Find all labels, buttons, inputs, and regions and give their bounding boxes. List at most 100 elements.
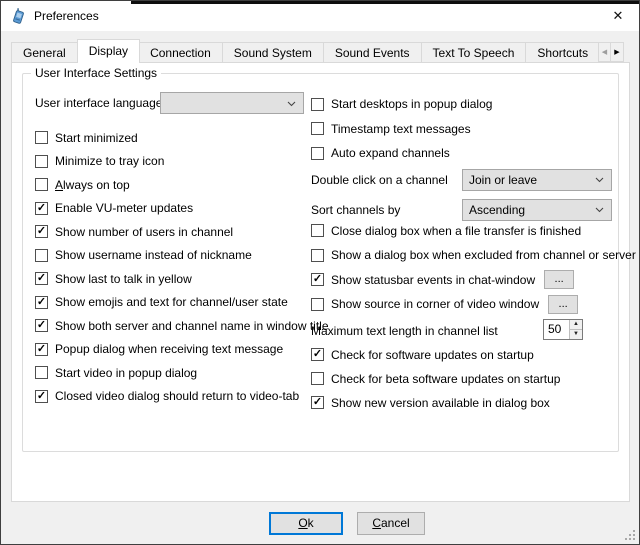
spin-down-button[interactable]: ▼ (570, 329, 582, 339)
checkbox-label: Timestamp text messages (331, 122, 471, 136)
checkbox[interactable] (35, 249, 48, 262)
checkbox[interactable] (311, 98, 324, 111)
checkbox[interactable] (35, 366, 48, 379)
window-title: Preferences (34, 9, 99, 23)
preferences-dialog: Preferences ✕ General Display Connection… (0, 0, 640, 545)
checkbox-label: Show source in corner of video window (331, 297, 539, 311)
arrow-right-icon: ▶ (614, 48, 619, 56)
checkbox[interactable]: ✓ (35, 225, 48, 238)
language-label: User interface language (35, 96, 162, 110)
spinner-value: 50 (544, 320, 569, 339)
checkbox-label: Enable VU-meter updates (55, 201, 193, 215)
cancel-button[interactable]: Cancel (357, 512, 425, 535)
checkbox[interactable] (311, 249, 324, 262)
close-button[interactable]: ✕ (597, 1, 639, 31)
checkbox-label: Popup dialog when receiving text message (55, 342, 283, 356)
checkbox-row-vu-meter: ✓ Enable VU-meter updates (35, 197, 307, 221)
arrow-left-icon: ◀ (602, 48, 607, 56)
resize-grip[interactable] (625, 530, 636, 541)
language-combobox[interactable] (160, 92, 304, 114)
checkbox[interactable] (35, 178, 48, 191)
right-mid-checkboxes: Close dialog box when a file transfer is… (311, 219, 613, 317)
sort-channels-row: Sort channels by Ascending (311, 196, 613, 226)
checkbox-row-auto-expand: Auto expand channels (311, 141, 613, 166)
checkbox-row-excluded-dialog: Show a dialog box when excluded from cha… (311, 243, 613, 268)
checkbox-row-username-instead-nickname: Show username instead of nickname (35, 244, 307, 268)
checkbox-row-desktops-popup: Start desktops in popup dialog (311, 92, 613, 117)
double-click-row: Double click on a channel Join or leave (311, 166, 613, 196)
double-click-combobox[interactable]: Join or leave (462, 169, 612, 191)
checkbox-row-number-of-users: ✓ Show number of users in channel (35, 220, 307, 244)
checkbox-row-statusbar-events: ✓ Show statusbar events in chat-window .… (311, 268, 613, 293)
checkbox-row-timestamp: Timestamp text messages (311, 117, 613, 142)
language-row: User interface language (35, 92, 307, 120)
checkbox-label: Show number of users in channel (55, 225, 233, 239)
chevron-down-icon (594, 174, 605, 185)
checkbox-label: Close dialog box when a file transfer is… (331, 224, 581, 238)
checkbox[interactable]: ✓ (311, 273, 324, 286)
checkbox[interactable] (311, 147, 324, 160)
max-text-length-spinner[interactable]: 50 ▲ ▼ (543, 319, 583, 340)
checkbox-label: Show new version available in dialog box (331, 396, 550, 410)
app-icon (10, 8, 27, 25)
checkbox[interactable]: ✓ (35, 319, 48, 332)
tab-scroll-left-button[interactable]: ◀ (598, 42, 611, 62)
checkbox[interactable] (311, 372, 324, 385)
checkbox-label: Show a dialog box when excluded from cha… (331, 248, 636, 262)
tab-text-to-speech[interactable]: Text To Speech (422, 42, 527, 63)
checkbox[interactable]: ✓ (35, 390, 48, 403)
checkbox[interactable]: ✓ (35, 202, 48, 215)
chevron-down-icon (594, 204, 605, 215)
checkbox[interactable] (311, 298, 324, 311)
checkbox-row-check-beta-updates: Check for beta software updates on start… (311, 367, 613, 391)
group-title: User Interface Settings (31, 66, 161, 80)
statusbar-events-browse-button[interactable]: ... (544, 270, 574, 289)
chevron-down-icon (286, 98, 297, 109)
close-icon: ✕ (613, 8, 624, 24)
checkbox[interactable]: ✓ (35, 343, 48, 356)
video-source-browse-button[interactable]: ... (548, 295, 578, 314)
checkbox-row-check-updates: ✓ Check for software updates on startup (311, 343, 613, 367)
checkbox-row-closed-video-return: ✓ Closed video dialog should return to v… (35, 385, 307, 409)
footer: Ok Cancel (1, 502, 639, 544)
checkbox-label: Check for beta software updates on start… (331, 372, 560, 386)
checkbox[interactable]: ✓ (35, 296, 48, 309)
checkbox-label: Start minimized (55, 131, 138, 145)
display-tab-page: User Interface Settings User interface l… (11, 62, 630, 502)
checkbox-label: Show both server and channel name in win… (55, 319, 329, 333)
titlebar[interactable]: Preferences ✕ (1, 1, 639, 31)
checkbox-label: Closed video dialog should return to vid… (55, 389, 299, 403)
checkbox-label: Show emojis and text for channel/user st… (55, 295, 288, 309)
checkbox[interactable]: ✓ (311, 396, 324, 409)
sort-channels-combobox[interactable]: Ascending (462, 199, 612, 221)
checkbox-label: Always on top (55, 178, 130, 192)
sort-channels-value: Ascending (469, 203, 594, 217)
ok-button[interactable]: Ok (269, 512, 343, 535)
checkbox-row-video-popup: Start video in popup dialog (35, 361, 307, 385)
checkbox[interactable] (311, 122, 324, 135)
checkbox-row-last-to-talk: ✓ Show last to talk in yellow (35, 267, 307, 291)
checkbox[interactable] (311, 224, 324, 237)
checkbox-row-video-source-corner: Show source in corner of video window ..… (311, 292, 613, 317)
user-interface-settings-group: User Interface Settings User interface l… (22, 73, 619, 452)
checkbox-label: Show username instead of nickname (55, 248, 252, 262)
sort-channels-label: Sort channels by (311, 196, 400, 221)
checkbox-row-server-channel-title: ✓ Show both server and channel name in w… (35, 314, 307, 338)
spin-down-icon: ▼ (573, 331, 579, 337)
checkbox[interactable] (35, 131, 48, 144)
checkbox[interactable]: ✓ (35, 272, 48, 285)
tab-connection[interactable]: Connection (139, 42, 223, 63)
tab-shortcuts[interactable]: Shortcuts (526, 42, 600, 63)
checkbox-label: Check for software updates on startup (331, 348, 534, 362)
checkbox[interactable] (35, 155, 48, 168)
spin-up-icon: ▲ (573, 321, 579, 327)
right-column: Start desktops in popup dialog Timestamp… (311, 92, 613, 415)
tab-display[interactable]: Display (77, 39, 140, 63)
tab-scroll-right-button[interactable]: ▶ (611, 42, 624, 62)
max-text-length-label: Maximum text length in channel list (311, 317, 498, 341)
tab-general[interactable]: General (11, 42, 78, 63)
tab-sound-events[interactable]: Sound Events (324, 42, 422, 63)
spin-up-button[interactable]: ▲ (570, 320, 582, 329)
checkbox[interactable]: ✓ (311, 348, 324, 361)
tab-sound-system[interactable]: Sound System (223, 42, 324, 63)
